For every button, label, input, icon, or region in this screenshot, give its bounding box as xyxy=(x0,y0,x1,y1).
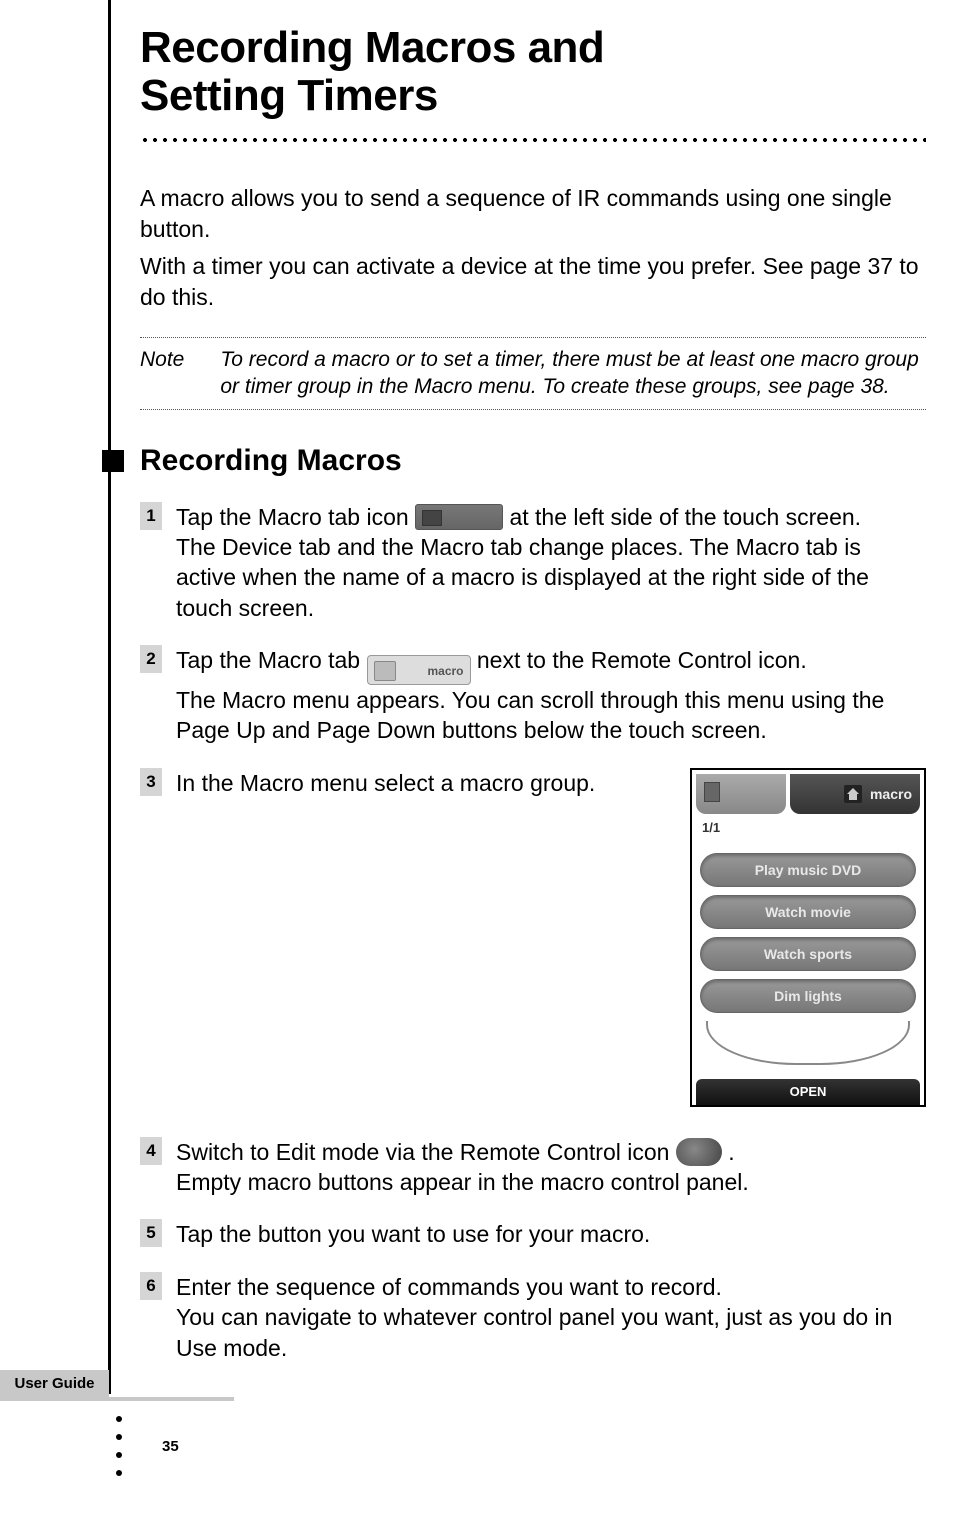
ss-macro-button: Watch sports xyxy=(700,937,916,971)
note-block: Note To record a macro or to set a timer… xyxy=(140,337,926,410)
macro-tab-icon xyxy=(415,504,503,530)
ss-macro-button: Watch movie xyxy=(700,895,916,929)
footer-dots-icon xyxy=(116,1404,122,1488)
note-text: To record a macro or to set a timer, the… xyxy=(220,346,926,401)
step-1-text-a: Tap the Macro tab icon xyxy=(176,504,415,530)
ss-macro-button: Dim lights xyxy=(700,979,916,1013)
ss-macro-label: macro xyxy=(870,786,912,802)
macro-tab-labeled-icon: macro xyxy=(367,655,471,685)
ss-macro-button: Play music DVD xyxy=(700,853,916,887)
step-1-sub: The Device tab and the Macro tab change … xyxy=(176,534,869,621)
step-3-text: In the Macro menu select a macro group. xyxy=(176,770,595,796)
home-icon xyxy=(844,785,862,803)
title-line-2: Setting Timers xyxy=(140,71,438,120)
step-3: 3 In the Macro menu select a macro group… xyxy=(140,768,926,1107)
dot-rule xyxy=(140,135,926,145)
footer-rule xyxy=(0,1397,234,1401)
ss-open-button: OPEN xyxy=(696,1079,920,1105)
step-number: 5 xyxy=(140,1219,162,1247)
step-2-sub: The Macro menu appears. You can scroll t… xyxy=(176,687,884,743)
step-6-text: Enter the sequence of commands you want … xyxy=(176,1274,722,1300)
step-number: 2 xyxy=(140,645,162,673)
step-5: 5 Tap the button you want to use for you… xyxy=(140,1219,926,1249)
title-line-1: Recording Macros and xyxy=(140,23,604,72)
step-1-text-b: at the left side of the touch screen. xyxy=(509,504,861,530)
step-4-text-b: . xyxy=(728,1139,734,1165)
page-number: 35 xyxy=(162,1438,179,1455)
section-bullet-icon xyxy=(102,450,124,472)
ss-left-tab-icon xyxy=(696,774,786,814)
ss-curve xyxy=(706,1021,910,1065)
step-2-text-a: Tap the Macro tab xyxy=(176,647,367,673)
step-2-text-b: next to the Remote Control icon. xyxy=(477,647,807,673)
step-number: 4 xyxy=(140,1137,162,1165)
intro-paragraph-1: A macro allows you to send a sequence of… xyxy=(140,183,926,245)
intro-paragraph-2: With a timer you can activate a device a… xyxy=(140,251,926,313)
note-label: Note xyxy=(140,346,184,401)
section-heading: Recording Macros xyxy=(140,444,402,478)
step-number: 3 xyxy=(140,768,162,796)
ss-right-tab: macro xyxy=(790,774,920,814)
step-4: 4 Switch to Edit mode via the Remote Con… xyxy=(140,1137,926,1198)
step-2: 2 Tap the Macro tab macro next to the Re… xyxy=(140,645,926,746)
vertical-rule xyxy=(108,0,111,1394)
ss-page-indicator: 1/1 xyxy=(696,818,920,837)
step-5-text: Tap the button you want to use for your … xyxy=(176,1221,650,1247)
remote-control-icon xyxy=(676,1138,722,1166)
step-number: 6 xyxy=(140,1272,162,1300)
step-1: 1 Tap the Macro tab icon at the left sid… xyxy=(140,502,926,623)
step-4-sub: Empty macro buttons appear in the macro … xyxy=(176,1169,749,1195)
page-title: Recording Macros and Setting Timers xyxy=(140,24,926,121)
step-4-text-a: Switch to Edit mode via the Remote Contr… xyxy=(176,1139,676,1165)
user-guide-tab: User Guide xyxy=(0,1370,109,1397)
step-6-sub: You can navigate to whatever control pan… xyxy=(176,1304,892,1360)
step-6: 6 Enter the sequence of commands you wan… xyxy=(140,1272,926,1363)
device-screenshot: macro 1/1 Play music DVD Watch movie Wat… xyxy=(690,768,926,1107)
step-number: 1 xyxy=(140,502,162,530)
